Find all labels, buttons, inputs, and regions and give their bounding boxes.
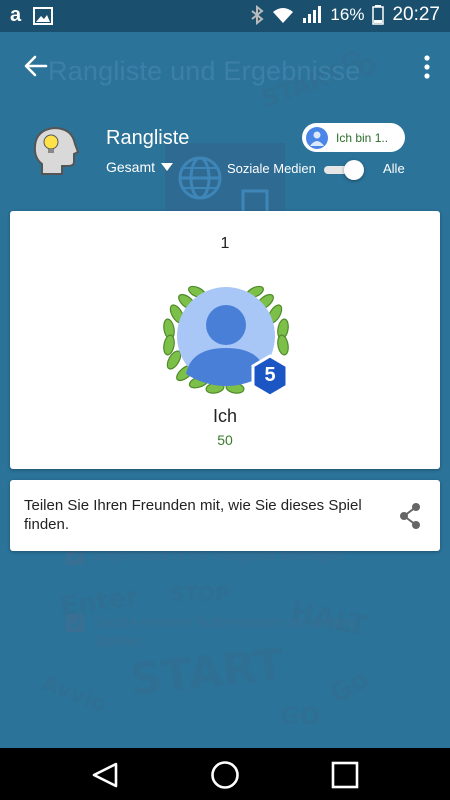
checkbox-icon[interactable]	[66, 614, 84, 632]
back-arrow-icon[interactable]	[22, 52, 50, 80]
account-chip-label: Ich bin 1..	[336, 130, 389, 145]
navigation-bar	[0, 748, 450, 800]
leaderboard-title: Rangliste	[106, 127, 190, 149]
bluetooth-icon	[251, 5, 265, 25]
all-label: Alle	[383, 161, 405, 176]
status-bar: a 16% 20:27	[0, 0, 450, 32]
brain-head-icon	[33, 126, 80, 175]
page-title: Rangliste und Ergebnisse	[48, 56, 361, 86]
globe-icon	[178, 156, 222, 200]
more-options-icon[interactable]	[422, 54, 432, 80]
level-number: 5	[264, 364, 276, 386]
toggle-knob	[344, 160, 364, 180]
share-icon[interactable]	[398, 502, 422, 530]
status-clock: 20:27	[392, 4, 440, 25]
signal-icon	[303, 6, 322, 23]
setting-label: Sende meinen Nutzernamen an andere Spiel…	[94, 614, 357, 650]
nav-back-icon[interactable]	[90, 760, 120, 790]
player-rank-card: 1 5 Ich 50	[10, 211, 440, 469]
amazon-icon: a	[10, 4, 22, 26]
nav-home-icon[interactable]	[210, 760, 240, 790]
image-icon	[33, 6, 54, 25]
rank-number: 1	[220, 235, 230, 252]
period-dropdown[interactable]: Gesamt	[106, 159, 174, 175]
social-toggle[interactable]	[322, 160, 366, 180]
dropdown-arrow-icon	[161, 163, 174, 171]
account-chip[interactable]: Ich bin 1..	[302, 123, 405, 152]
wifi-icon	[273, 8, 294, 23]
player-score: 50	[217, 432, 233, 448]
period-label: Gesamt	[106, 159, 156, 175]
setting-share-username[interactable]: Sende meinen Nutzernamen an andere Spiel…	[66, 613, 396, 651]
shirt-icon	[241, 189, 269, 213]
battery-icon	[372, 5, 385, 25]
social-media-label: Soziale Medien	[227, 161, 316, 176]
player-name: Ich	[212, 406, 237, 426]
avatar-icon	[306, 126, 328, 149]
battery-percent: 16%	[330, 5, 365, 24]
nav-recents-icon[interactable]	[330, 760, 360, 790]
share-card[interactable]: Teilen Sie Ihren Freunden mit, wie Sie d…	[10, 480, 440, 551]
globe-card	[165, 143, 285, 213]
share-text: Teilen Sie Ihren Freunden mit, wie Sie d…	[24, 497, 362, 533]
